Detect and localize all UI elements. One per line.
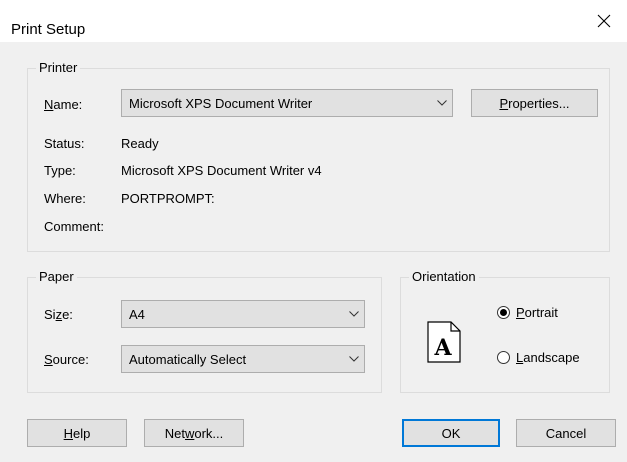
printer-name-label: Name: [44, 97, 83, 112]
type-label: Type: [44, 163, 76, 178]
landscape-radio[interactable]: Landscape [497, 350, 580, 365]
size-label: Size: [44, 307, 73, 322]
printer-name-value: Microsoft XPS Document Writer [129, 95, 313, 111]
source-label: Source: [44, 352, 89, 367]
close-button[interactable] [581, 0, 627, 42]
portrait-radio-circle[interactable] [497, 306, 510, 319]
landscape-label: Landscape [516, 350, 580, 365]
portrait-label: Portrait [516, 305, 558, 320]
comment-label: Comment: [44, 219, 104, 234]
paper-size-select[interactable]: A4 [121, 300, 365, 328]
where-label: Where: [44, 191, 86, 206]
title-bar: Print Setup [0, 0, 627, 42]
print-setup-dialog: Print Setup Printer Name: Microsoft XPS … [0, 0, 627, 462]
portrait-page-icon: A [427, 321, 461, 363]
where-value: PORTPROMPT: [121, 191, 215, 206]
paper-source-select[interactable]: Automatically Select [121, 345, 365, 373]
window-title: Print Setup [11, 21, 86, 38]
chevron-down-icon [344, 346, 364, 372]
printer-group-label: Printer [36, 60, 81, 75]
paper-group-label: Paper [36, 269, 77, 284]
portrait-radio[interactable]: Portrait [497, 305, 558, 320]
printer-name-select[interactable]: Microsoft XPS Document Writer [121, 89, 453, 117]
help-button[interactable]: Help [27, 419, 127, 447]
ok-button[interactable]: OK [402, 419, 500, 447]
properties-button[interactable]: Properties... [471, 89, 598, 117]
status-value: Ready [121, 136, 159, 151]
paper-group: Paper [27, 269, 382, 393]
paper-size-value: A4 [129, 306, 145, 322]
status-label: Status: [44, 136, 85, 151]
paper-source-value: Automatically Select [129, 351, 247, 367]
cancel-button[interactable]: Cancel [516, 419, 616, 447]
chevron-down-icon [344, 301, 364, 327]
orientation-group-label: Orientation [409, 269, 479, 284]
network-button[interactable]: Net w ork... [144, 419, 244, 447]
chevron-down-icon [432, 90, 452, 116]
close-icon [597, 14, 611, 28]
type-value: Microsoft XPS Document Writer v4 [121, 163, 322, 178]
page-letter: A [433, 335, 452, 361]
landscape-radio-circle[interactable] [497, 351, 510, 364]
